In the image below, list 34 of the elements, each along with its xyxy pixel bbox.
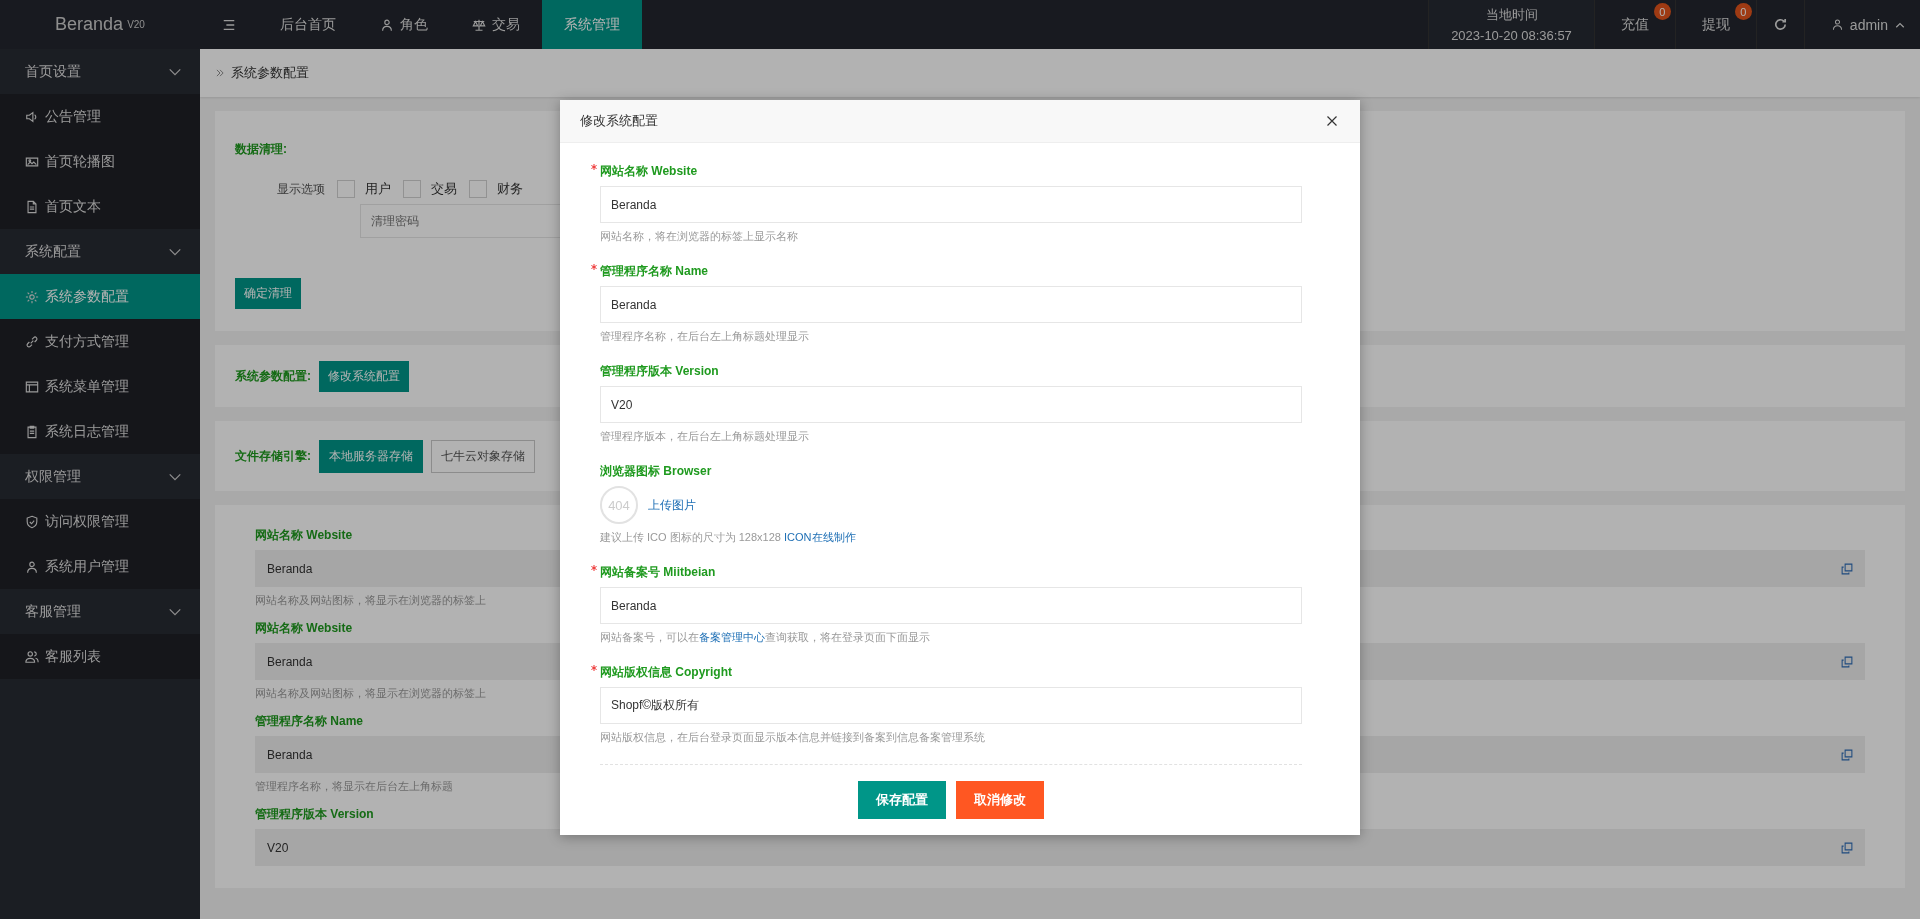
app-logo: Beranda bbox=[55, 14, 124, 35]
field-hint: 管理程序名称，将显示在后台左上角标题 bbox=[255, 779, 453, 794]
field-label: 管理程序版本 Version bbox=[600, 363, 719, 380]
field-label: 网站名称 Website bbox=[255, 620, 353, 637]
count-badge: 0 bbox=[1653, 3, 1671, 20]
field-label: 管理程序版本 Version bbox=[255, 806, 374, 823]
checkbox-label: 交易 bbox=[431, 180, 457, 198]
count-badge: 0 bbox=[1734, 3, 1752, 20]
field-label: 浏览器图标 Browser bbox=[600, 463, 712, 480]
clock-time: 2023-10-20 08:36:57 bbox=[1451, 28, 1572, 43]
field-hint: 网站版权信息，在后台登录页面显示版本信息并链接到备案到信息备案管理系统 bbox=[600, 730, 985, 745]
breadcrumb-text: 系统参数配置 bbox=[231, 64, 309, 82]
clock-label: 当地时间 bbox=[1485, 6, 1538, 24]
section-label: 数据清理: bbox=[235, 141, 287, 158]
field-label: 网站名称 Website bbox=[255, 527, 353, 544]
field-label: 网站名称 Website bbox=[600, 163, 698, 180]
field-hint: 网站名称及网站图标，将显示在浏览器的标签上 bbox=[255, 686, 486, 701]
field-hint: 网站备案号，可以在备案管理中心查询获取，将在登录页面下面显示 bbox=[600, 630, 930, 645]
section-label: 系统参数配置: bbox=[235, 367, 311, 385]
field-hint: 管理程序名称，在后台左上角标题处理显示 bbox=[600, 329, 809, 344]
dialog-title: 修改系统配置 bbox=[580, 112, 658, 130]
checkbox-label: 用户 bbox=[365, 180, 391, 198]
options-label: 显示选项 bbox=[276, 180, 325, 198]
field-hint: 建议上传 ICO 图标的尺寸为 128x128 ICON在线制作 bbox=[600, 530, 856, 545]
field-label: 网站备案号 Miitbeian bbox=[600, 564, 716, 581]
field-label: 管理程序名称 Name bbox=[255, 713, 364, 730]
field-hint: 网站名称，将在浏览器的标签上显示名称 bbox=[600, 229, 798, 244]
field-hint: 管理程序版本，在后台左上角标题处理显示 bbox=[600, 429, 809, 444]
section-label: 文件存储引擎: bbox=[235, 447, 311, 465]
field-label: 管理程序名称 Name bbox=[600, 263, 709, 280]
field-label: 网站版权信息 Copyright bbox=[600, 664, 732, 681]
checkbox-label: 财务 bbox=[497, 180, 523, 198]
version-label: V20 bbox=[127, 19, 145, 30]
field-hint: 网站名称及网站图标，将显示在浏览器的标签上 bbox=[255, 593, 486, 608]
